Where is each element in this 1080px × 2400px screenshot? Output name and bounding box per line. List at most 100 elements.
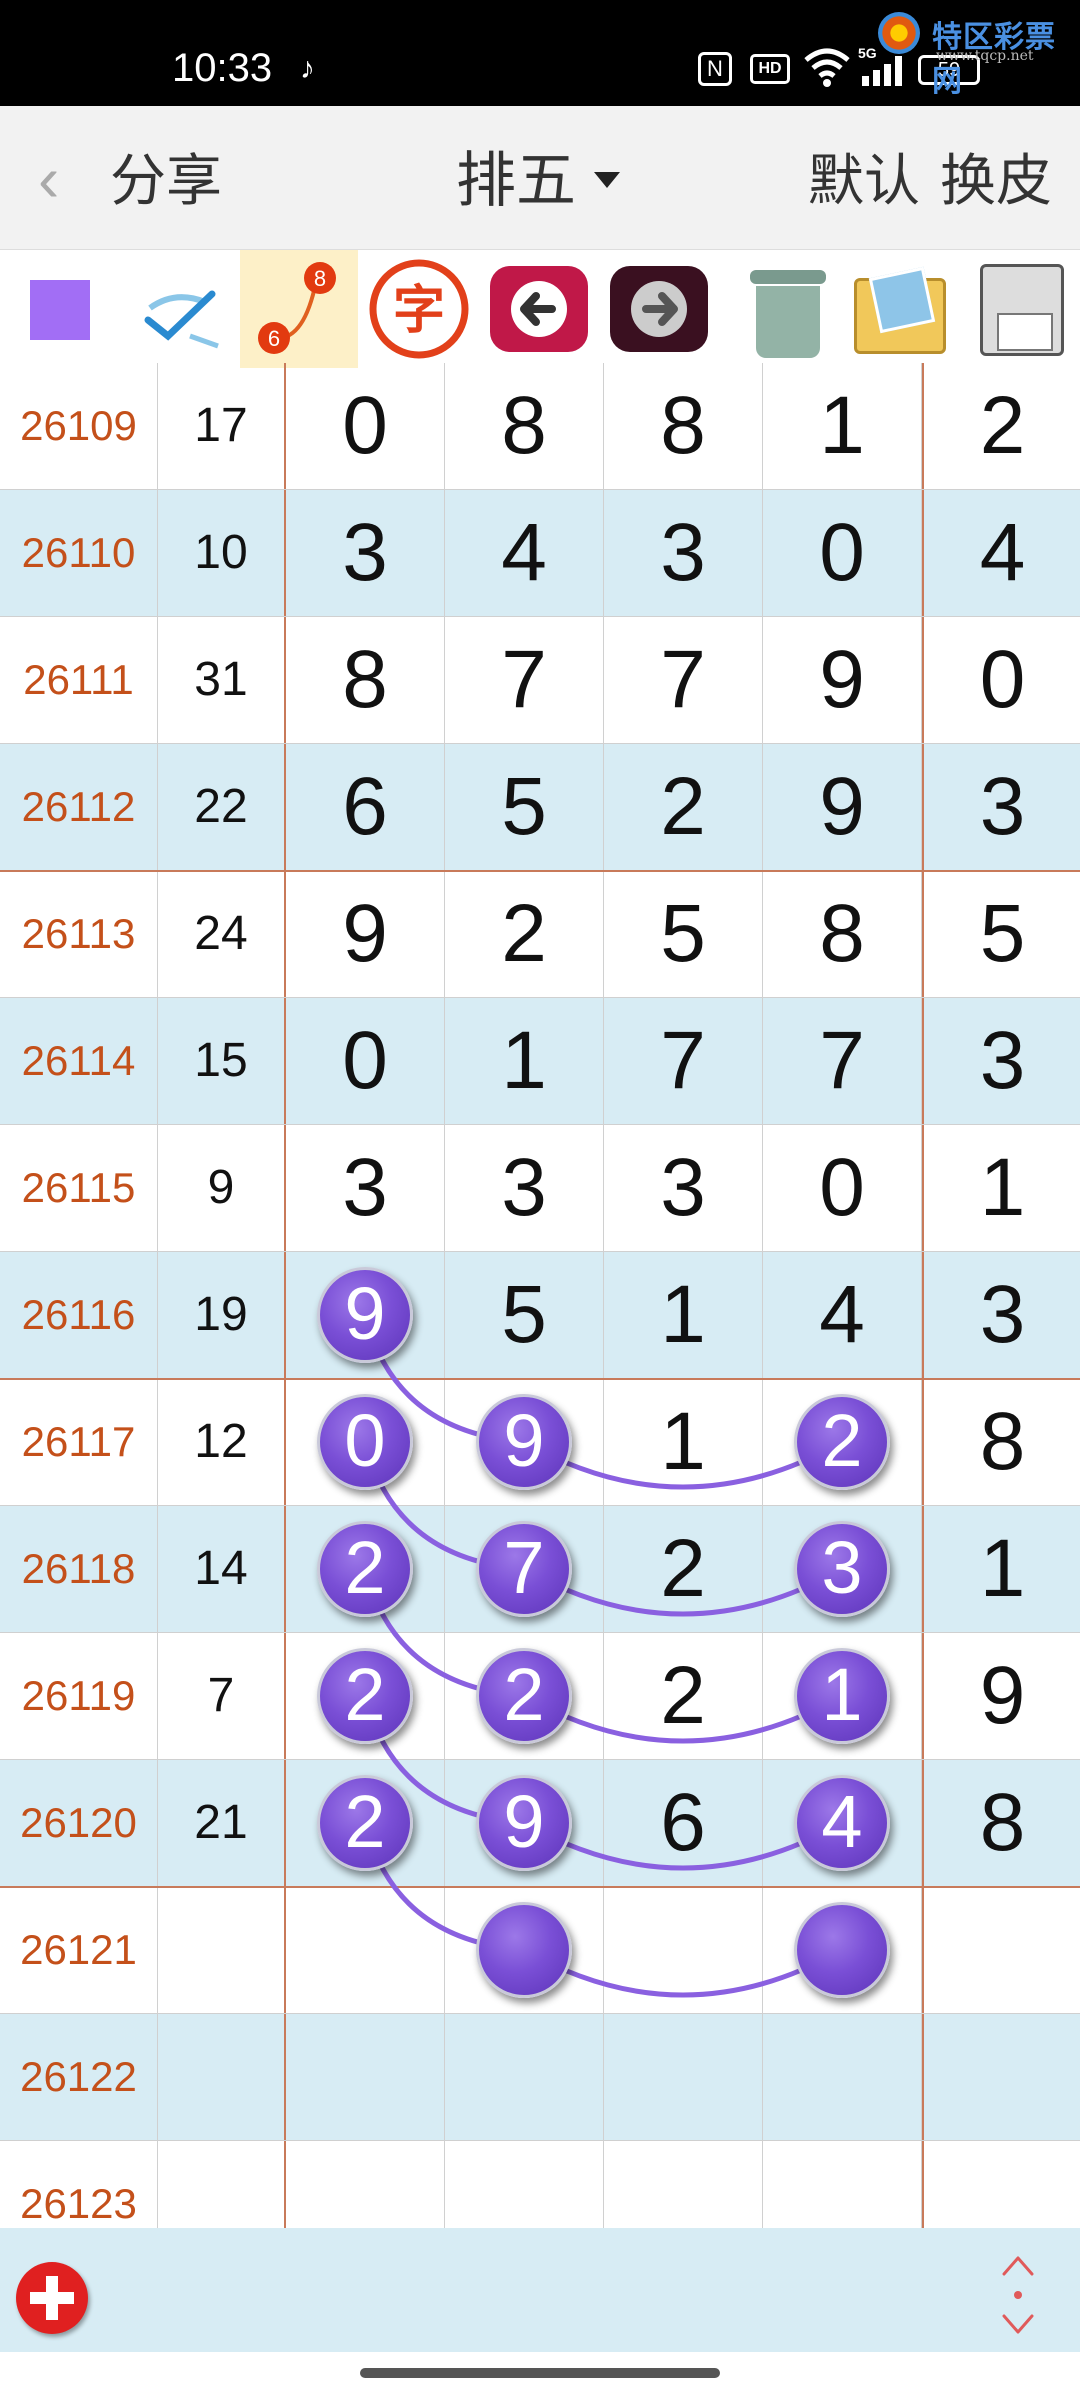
digit-cell-1[interactable]: 0	[286, 1379, 445, 1505]
table-row[interactable]: 26111 31 8 7 7 9 0	[0, 617, 1080, 744]
digit-cell-3[interactable]: 3	[604, 490, 763, 616]
table-row[interactable]: 26116 19 9 5 1 4 3	[0, 1252, 1080, 1379]
digit-cell-4[interactable]: 0	[763, 1125, 922, 1251]
digit-cell-5[interactable]: 3	[922, 998, 1080, 1124]
table-row[interactable]: 26117 12 0 9 1 2 8	[0, 1379, 1080, 1506]
digit-cell-4[interactable]: 4	[763, 1760, 922, 1886]
gesture-nav-handle[interactable]	[360, 2368, 720, 2378]
pen-tool-button[interactable]	[120, 250, 238, 368]
digit-cell-5[interactable]: 3	[922, 1252, 1080, 1378]
digit-cell-1[interactable]: 2	[286, 1760, 445, 1886]
digit-cell-2[interactable]: 8	[445, 363, 604, 489]
digit-cell-2[interactable]: 1	[445, 998, 604, 1124]
digit-cell-2[interactable]: 4	[445, 490, 604, 616]
digit-cell-2[interactable]: 2	[445, 1633, 604, 1759]
digit-cell-3[interactable]: 7	[604, 998, 763, 1124]
table-row[interactable]: 26119 7 2 2 2 1 9	[0, 1633, 1080, 1760]
table-row[interactable]: 26118 14 2 7 2 3 1	[0, 1506, 1080, 1633]
save-button[interactable]	[960, 250, 1078, 368]
trash-button[interactable]	[720, 250, 838, 368]
digit-cell-1[interactable]: 0	[286, 998, 445, 1124]
digit-cell-2[interactable]: 7	[445, 617, 604, 743]
digit-cell-5[interactable]: 8	[922, 1760, 1080, 1886]
digit-cell-5[interactable]: 4	[922, 490, 1080, 616]
digit-cell-4[interactable]: 8	[763, 871, 922, 997]
digit-cell-5[interactable]: 1	[922, 1125, 1080, 1251]
digit-cell-4[interactable]: 9	[763, 617, 922, 743]
digit-cell-2[interactable]: 7	[445, 1506, 604, 1632]
digit-cell-3[interactable]: 1	[604, 1252, 763, 1378]
digit-cell-1[interactable]: 2	[286, 1506, 445, 1632]
digit-cell-4[interactable]	[763, 2014, 922, 2140]
digit-cell-2[interactable]: 9	[445, 1379, 604, 1505]
digit-cell-5[interactable]: 3	[922, 744, 1080, 870]
digit-cell-5[interactable]	[922, 2014, 1080, 2140]
digit-cell-4[interactable]: 4	[763, 1252, 922, 1378]
undo-button[interactable]	[480, 250, 598, 368]
digit-cell-4[interactable]: 1	[763, 363, 922, 489]
digit-cell-1[interactable]: 9	[286, 1252, 445, 1378]
digit-cell-4[interactable]: 1	[763, 1633, 922, 1759]
digit-cell-2[interactable]: 5	[445, 1252, 604, 1378]
dropdown-triangle-icon[interactable]	[594, 172, 620, 188]
table-row[interactable]: 26120 21 2 9 6 4 8	[0, 1760, 1080, 1887]
table-row[interactable]: 26121	[0, 1887, 1080, 2014]
digit-cell-1[interactable]: 9	[286, 871, 445, 997]
text-tool-button[interactable]: 字	[360, 250, 478, 368]
pictures-button[interactable]	[840, 250, 958, 368]
digit-cell-4[interactable]: 9	[763, 744, 922, 870]
chevron-left-icon[interactable]: ‹	[38, 144, 88, 214]
digit-cell-5[interactable]: 1	[922, 1506, 1080, 1632]
digit-cell-1[interactable]: 3	[286, 490, 445, 616]
default-button[interactable]: 默认	[808, 146, 920, 216]
digit-cell-1[interactable]: 0	[286, 363, 445, 489]
digit-cell-5[interactable]: 8	[922, 1379, 1080, 1505]
digit-cell-2[interactable]: 3	[445, 1125, 604, 1251]
digit-cell-3[interactable]: 2	[604, 1633, 763, 1759]
table-row[interactable]: 26112 22 6 5 2 9 3	[0, 744, 1080, 871]
digit-cell-1[interactable]	[286, 1887, 445, 2013]
redo-button[interactable]	[600, 250, 718, 368]
digit-cell-5[interactable]: 9	[922, 1633, 1080, 1759]
share-button[interactable]: 分享	[110, 146, 222, 216]
digit-cell-4[interactable]	[763, 1887, 922, 2013]
digit-cell-2[interactable]: 2	[445, 871, 604, 997]
digit-cell-3[interactable]: 7	[604, 617, 763, 743]
digit-cell-1[interactable]: 6	[286, 744, 445, 870]
connect-line-tool-button[interactable]: 8 6	[240, 250, 358, 368]
digit-cell-1[interactable]	[286, 2014, 445, 2140]
table-row[interactable]: 26109 17 0 8 8 1 2	[0, 363, 1080, 490]
digit-cell-3[interactable]	[604, 1887, 763, 2013]
digit-cell-5[interactable]: 5	[922, 871, 1080, 997]
table-row[interactable]: 26114 15 0 1 7 7 3	[0, 998, 1080, 1125]
digit-cell-2[interactable]	[445, 1887, 604, 2013]
digit-cell-3[interactable]: 8	[604, 363, 763, 489]
digit-cell-4[interactable]: 3	[763, 1506, 922, 1632]
digit-cell-2[interactable]	[445, 2014, 604, 2140]
digit-cell-1[interactable]: 2	[286, 1633, 445, 1759]
digit-cell-3[interactable]: 5	[604, 871, 763, 997]
digit-cell-4[interactable]: 2	[763, 1379, 922, 1505]
table-row[interactable]: 26110 10 3 4 3 0 4	[0, 490, 1080, 617]
color-picker-button[interactable]	[0, 250, 118, 368]
digit-cell-3[interactable]: 2	[604, 1506, 763, 1632]
change-skin-button[interactable]: 换皮	[940, 146, 1052, 216]
digit-cell-4[interactable]: 7	[763, 998, 922, 1124]
digit-cell-1[interactable]: 3	[286, 1125, 445, 1251]
lottery-selector[interactable]: 排五	[456, 146, 576, 216]
resize-updown-icon[interactable]	[990, 2252, 1046, 2338]
digit-cell-3[interactable]: 2	[604, 744, 763, 870]
digit-cell-3[interactable]	[604, 2014, 763, 2140]
table-row[interactable]: 26122	[0, 2014, 1080, 2141]
digit-cell-5[interactable]: 2	[922, 363, 1080, 489]
digit-cell-1[interactable]: 8	[286, 617, 445, 743]
table-row[interactable]: 26115 9 3 3 3 0 1	[0, 1125, 1080, 1252]
table-row[interactable]: 26113 24 9 2 5 8 5	[0, 871, 1080, 998]
digit-cell-3[interactable]: 3	[604, 1125, 763, 1251]
digit-cell-4[interactable]: 0	[763, 490, 922, 616]
digit-cell-5[interactable]	[922, 1887, 1080, 2013]
digit-cell-3[interactable]: 6	[604, 1760, 763, 1886]
digit-cell-2[interactable]: 9	[445, 1760, 604, 1886]
digit-cell-2[interactable]: 5	[445, 744, 604, 870]
digit-cell-3[interactable]: 1	[604, 1379, 763, 1505]
